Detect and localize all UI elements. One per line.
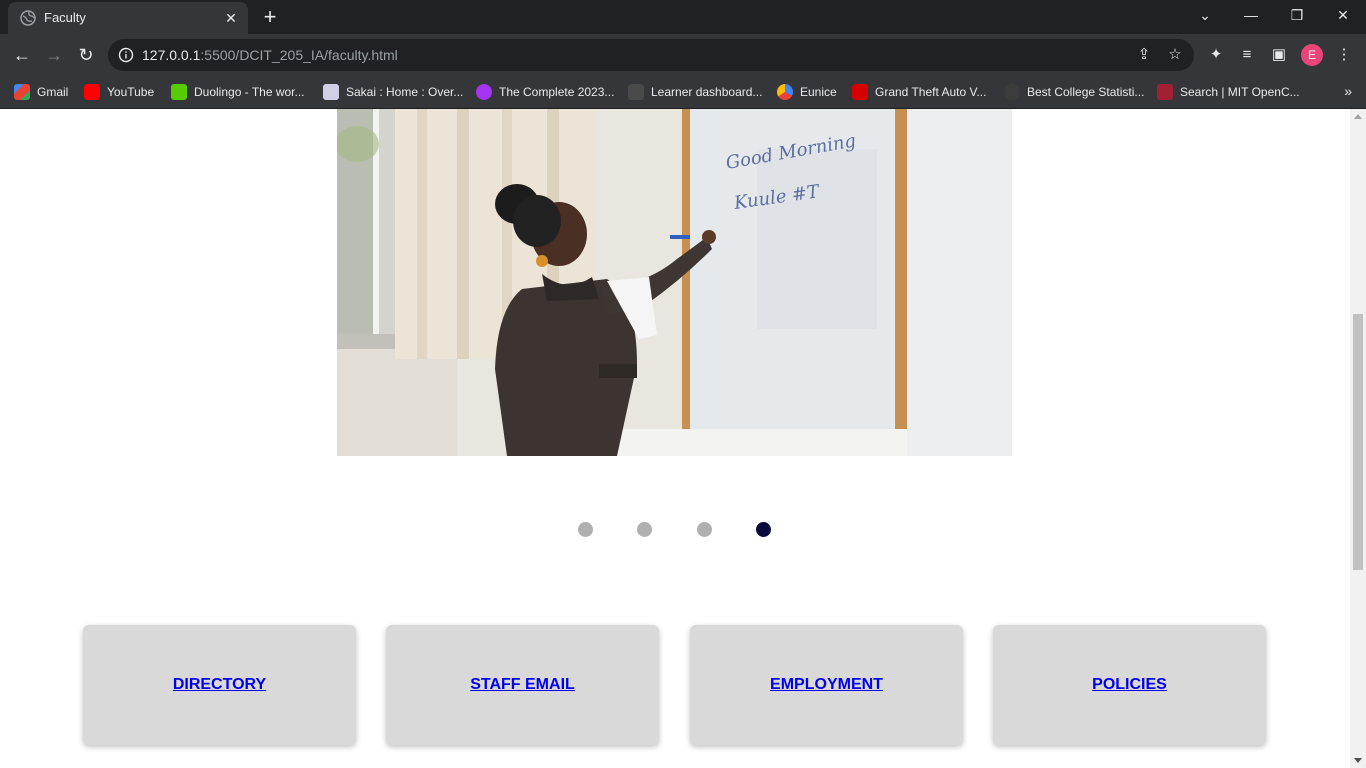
bookmark-star-icon[interactable]: ☆ [1166, 46, 1184, 64]
bookmark-alx[interactable]: Learner dashboard... [628, 82, 762, 102]
staff-email-card: STAFF EMAIL [386, 625, 659, 745]
address-bar[interactable]: 127.0.0.1:5500/DCIT_205_IA/faculty.html … [108, 39, 1194, 71]
sakai-icon [323, 83, 339, 100]
globe-icon [20, 10, 36, 26]
scroll-up-arrow-icon[interactable] [1354, 114, 1362, 119]
employment-card: EMPLOYMENT [690, 625, 963, 745]
tab-faculty[interactable]: Faculty ✕ [8, 2, 248, 34]
udemy-icon [476, 83, 492, 100]
bookmark-eunice[interactable]: Eunice [777, 82, 837, 102]
new-tab-button[interactable]: + [258, 6, 282, 30]
url-path: :5500/DCIT_205_IA/faculty.html [200, 47, 398, 63]
duolingo-icon [171, 83, 187, 100]
minimize-icon[interactable]: — [1228, 0, 1274, 32]
globe-icon [1004, 83, 1020, 100]
close-tab-icon[interactable]: ✕ [222, 9, 240, 27]
site-info-icon[interactable] [118, 47, 134, 63]
scrollbar-thumb[interactable] [1353, 314, 1363, 570]
carousel-slide-image: Good Morning Kuule #T [337, 109, 1012, 456]
restore-icon[interactable]: ❐ [1274, 0, 1320, 32]
tab-search-icon[interactable]: ⌄ [1182, 0, 1228, 32]
menu-kebab-icon[interactable]: ⋮ [1334, 45, 1354, 65]
bookmark-mit-ocw[interactable]: Search | MIT OpenC... [1157, 82, 1300, 102]
policies-card: POLICIES [993, 625, 1266, 745]
carousel-indicators [0, 522, 1350, 540]
url-text: 127.0.0.1:5500/DCIT_205_IA/faculty.html [142, 47, 398, 63]
share-icon[interactable]: ⇪ [1135, 46, 1153, 64]
forward-arrow-icon[interactable]: → [41, 42, 67, 68]
carousel-dot-active[interactable] [756, 522, 771, 537]
close-window-icon[interactable]: ✕ [1320, 0, 1366, 32]
bookmark-sakai[interactable]: Sakai : Home : Over... [323, 82, 463, 102]
employment-link[interactable]: EMPLOYMENT [770, 676, 883, 694]
back-arrow-icon[interactable]: ← [9, 42, 35, 68]
policies-link[interactable]: POLICIES [1092, 676, 1167, 694]
carousel-dot[interactable] [697, 522, 712, 537]
side-panel-icon[interactable]: ▣ [1269, 45, 1289, 65]
bookmark-college-stats[interactable]: Best College Statisti... [1004, 82, 1144, 102]
staff-email-link[interactable]: STAFF EMAIL [470, 676, 575, 694]
gmail-icon [14, 83, 30, 100]
bookmark-youtube[interactable]: YouTube [84, 82, 154, 102]
teacher-at-whiteboard-image: Good Morning Kuule #T [337, 109, 1012, 456]
mit-ocw-icon [1157, 83, 1173, 100]
carousel-dot[interactable] [578, 522, 593, 537]
bookmark-udemy[interactable]: The Complete 2023... [476, 82, 614, 102]
browser-toolbar: ← → ↻ 127.0.0.1:5500/DCIT_205_IA/faculty… [0, 34, 1366, 76]
carousel-dot[interactable] [637, 522, 652, 537]
youtube-icon [84, 83, 100, 100]
bookmarks-bar: Gmail YouTube Duolingo - The wor... Saka… [0, 76, 1366, 109]
alx-icon [628, 83, 644, 100]
tab-strip: Faculty ✕ + ⌄ — ❐ ✕ [0, 0, 1366, 34]
media-queue-icon[interactable]: ≡ [1237, 45, 1257, 65]
page-scrollbar[interactable] [1350, 109, 1366, 768]
scroll-down-arrow-icon[interactable] [1354, 758, 1362, 763]
tab-title: Faculty [44, 10, 86, 25]
gta-icon [852, 83, 868, 100]
page-viewport: Good Morning Kuule #T DIRECTORY STAFF EM… [0, 109, 1350, 768]
reload-icon[interactable]: ↻ [73, 42, 99, 68]
extensions-puzzle-icon[interactable]: ✦ [1206, 45, 1226, 65]
more-bookmarks-chevron-icon[interactable]: » [1344, 83, 1352, 99]
url-host: 127.0.0.1 [142, 47, 201, 63]
chromium-icon [777, 83, 793, 100]
bookmark-gta[interactable]: Grand Theft Auto V... [852, 82, 986, 102]
directory-link[interactable]: DIRECTORY [173, 676, 266, 694]
bookmark-duolingo[interactable]: Duolingo - The wor... [171, 82, 305, 102]
bookmark-gmail[interactable]: Gmail [14, 82, 68, 102]
profile-avatar[interactable]: E [1301, 44, 1323, 66]
directory-card: DIRECTORY [83, 625, 356, 745]
